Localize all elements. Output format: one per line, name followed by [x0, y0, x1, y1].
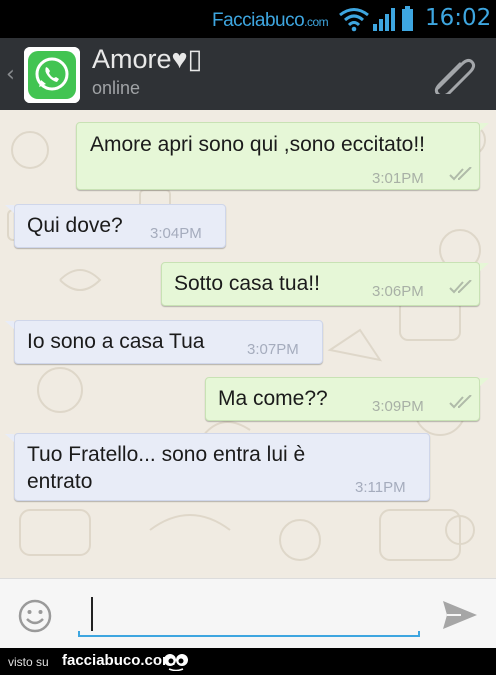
message-text-line: Tuo Fratello... sono entra lui è — [27, 443, 306, 466]
message-text: Tuo Fratello... sono entra lui è entrato — [27, 441, 305, 495]
watermark-logo: Facciabuco.com — [212, 10, 329, 32]
message-time: 3:06PM — [372, 283, 424, 300]
eyes-logo-icon — [164, 654, 188, 671]
smiley-icon[interactable] — [17, 598, 53, 634]
text-caret — [91, 597, 93, 631]
message-time: 3:11PM — [355, 479, 406, 496]
message-text: Io sono a casa Tua — [27, 330, 205, 353]
watermark-tld: .com — [304, 15, 329, 29]
watermark-footer: visto su facciabuco.com — [0, 648, 496, 675]
chat-header: ‹ Amore♥▯ online — [0, 38, 496, 110]
message-bubble-outgoing[interactable]: Amore apri sono qui ,sono eccitato!! 3:0… — [76, 122, 489, 190]
message-bubble-incoming[interactable]: Io sono a casa Tua 3:07PM — [5, 320, 323, 364]
whatsapp-logo-icon — [24, 47, 80, 103]
bubble-tail — [480, 378, 489, 386]
footer-site-text: facciabuco.com — [62, 652, 176, 669]
chevron-left-icon[interactable]: ‹ — [6, 62, 15, 87]
message-time: 3:07PM — [247, 341, 299, 358]
message-time: 3:09PM — [372, 398, 424, 415]
chat-area[interactable]: Amore apri sono qui ,sono eccitato!! 3:0… — [0, 110, 496, 578]
contact-name[interactable]: Amore♥▯ — [92, 44, 202, 75]
footer-visto-text: visto su — [8, 655, 49, 669]
paperclip-icon[interactable] — [428, 54, 476, 94]
battery-icon — [402, 6, 413, 31]
message-text-line: entrato — [27, 470, 93, 493]
compose-bar — [0, 578, 496, 648]
message-bubble-outgoing[interactable]: Sotto casa tua!! 3:06PM — [161, 262, 489, 306]
message-text: Qui dove? — [27, 214, 123, 237]
watermark-site: Facciabuco — [212, 10, 305, 31]
avatar[interactable] — [24, 47, 80, 103]
message-time: 3:01PM — [372, 170, 424, 187]
message-text: Amore apri sono qui ,sono eccitato!! — [90, 133, 426, 156]
message-text: Sotto casa tua!! — [174, 272, 320, 295]
message-text: Ma come?? — [218, 387, 328, 410]
message-bubble-outgoing[interactable]: Ma come?? 3:09PM — [205, 377, 489, 421]
double-check-icon — [449, 280, 472, 294]
bubble-tail — [480, 263, 489, 271]
wifi-icon — [339, 8, 369, 32]
status-icons — [339, 6, 413, 32]
input-underline — [78, 631, 420, 637]
send-icon[interactable] — [441, 599, 479, 631]
message-bubble-incoming[interactable]: Qui dove? 3:04PM — [5, 204, 226, 248]
message-bubble-incoming[interactable]: Tuo Fratello... sono entra lui è entrato… — [5, 433, 430, 501]
message-time: 3:04PM — [150, 225, 202, 242]
signal-icon — [373, 8, 395, 31]
bubble-tail — [5, 321, 14, 329]
double-check-icon — [449, 395, 472, 409]
bubble-tail — [5, 434, 14, 442]
contact-status: online — [92, 78, 141, 98]
status-clock: 16:02 — [425, 5, 492, 31]
bubble-tail — [5, 205, 14, 213]
status-bar: Facciabuco.com 16:02 — [0, 0, 496, 38]
double-check-icon — [449, 167, 472, 181]
bubble-tail — [480, 123, 489, 131]
